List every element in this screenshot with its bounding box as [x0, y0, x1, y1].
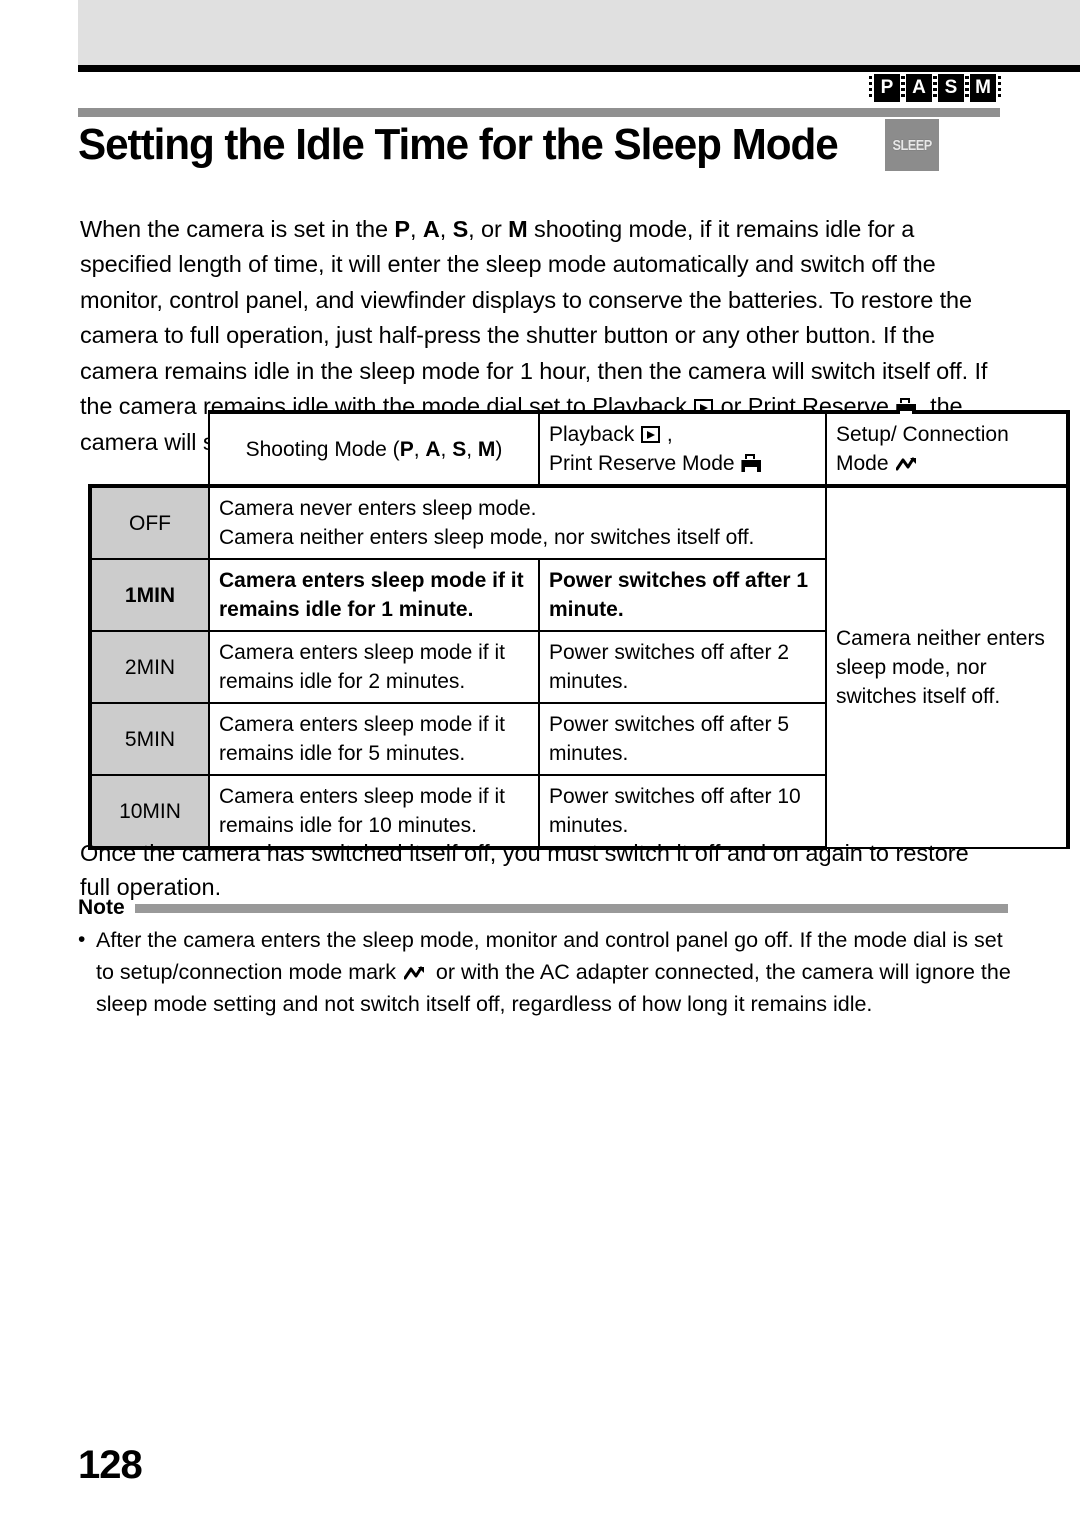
hdr-shoot-a2: A — [425, 437, 441, 461]
row-1min-playback: Power switches off after 1 minute. — [538, 558, 827, 632]
setup-connection-icon — [896, 457, 917, 471]
hdr-print-text: Print Reserve Mode — [549, 452, 741, 475]
row-2min-playback: Power switches off after 2 minutes. — [538, 630, 827, 704]
row-label-off: OFF — [88, 484, 210, 560]
note-bullet: • — [78, 928, 86, 951]
sleep-icon-label: SLEEP — [892, 136, 933, 154]
hdr-setup-line1: Setup/ Connection — [836, 423, 1009, 446]
hdr-shoot-s1: , — [413, 437, 426, 461]
note-rule — [134, 903, 1008, 913]
table-row: OFF Camera never enters sleep mode. Came… — [88, 484, 1070, 849]
hdr-shoot-m: M — [477, 437, 496, 461]
row-off-text: Camera never enters sleep mode. Camera n… — [219, 497, 755, 549]
row-off-description: Camera never enters sleep mode. Camera n… — [208, 484, 827, 560]
header-black-rule — [78, 65, 1080, 72]
hdr-shoot-s2: , — [440, 437, 453, 461]
row-1min-shooting: Camera enters sleep mode if it remains i… — [208, 558, 540, 632]
intro-mode-a: A — [422, 215, 440, 242]
note-body: • After the camera enters the sleep mode… — [78, 924, 1018, 1020]
mode-badge-p: P — [869, 74, 905, 102]
setup-connection-cell: Camera neither enters sleep mode, nor sw… — [825, 484, 1070, 849]
row-label-1min: 1MIN — [88, 558, 210, 632]
table-header-playback: Playback , Print Reserve Mode — [538, 410, 827, 487]
mode-badge-s: S — [933, 74, 969, 102]
row-label-5min: 5MIN — [88, 702, 210, 776]
intro-sep-3: , or — [468, 215, 509, 242]
setup-cell-text: Camera neither enters sleep mode, nor sw… — [836, 627, 1045, 708]
hdr-shoot-s: S — [452, 437, 467, 461]
intro-text-a: When the camera is set in the — [80, 215, 395, 242]
mode-badge-m: M — [965, 74, 1001, 102]
hdr-playback-text: Playback — [549, 423, 641, 446]
row-label-2min: 2MIN — [88, 630, 210, 704]
intro-mode-s: S — [452, 215, 469, 242]
hdr-shoot-s3: , — [466, 437, 478, 461]
page-number: 128 — [78, 1443, 143, 1487]
sleep-icon: SLEEP — [885, 119, 940, 171]
hdr-shoot-p: P — [399, 437, 414, 461]
hdr-shoot-a: Shooting Mode ( — [245, 437, 400, 461]
intro-mode-p: P — [394, 215, 410, 242]
note-text: After the camera enters the sleep mode, … — [96, 924, 1018, 1020]
intro-sep-2: , — [439, 215, 453, 242]
row-2min-shooting: Camera enters sleep mode if it remains i… — [208, 630, 540, 704]
page-title: Setting the Idle Time for the Sleep Mode — [78, 119, 839, 169]
table-header-shooting: Shooting Mode (P, A, S, M) — [208, 410, 540, 487]
row-5min-playback: Power switches off after 5 minutes. — [538, 702, 827, 776]
table-header-corner — [90, 412, 209, 486]
intro-mode-m: M — [508, 215, 528, 242]
note-label: Note — [78, 896, 125, 919]
intro-text-b: shooting mode, if it remains idle for a … — [80, 215, 988, 420]
mode-badge-a: A — [901, 74, 937, 102]
hdr-setup-line2: Mode — [836, 449, 1057, 478]
intro-sep-1: , — [409, 215, 423, 242]
table-header-row: Shooting Mode (P, A, S, M) Playback , Pr… — [90, 410, 1070, 487]
hdr-playback-line1: Playback , — [549, 420, 816, 449]
hdr-setup-text: Mode — [836, 452, 895, 475]
setup-connection-icon — [403, 966, 424, 980]
hdr-playback-comma: , — [661, 423, 673, 446]
mode-badge-group: P A S M — [869, 74, 1001, 102]
playback-icon — [641, 426, 661, 443]
after-table-paragraph: Once the camera has switched itself off,… — [80, 839, 969, 900]
print-reserve-icon — [741, 454, 761, 473]
title-gray-rule — [78, 108, 1000, 117]
hdr-shoot-b: ) — [495, 437, 503, 461]
table-header-setup: Setup/ Connection Mode — [825, 410, 1070, 487]
row-5min-shooting: Camera enters sleep mode if it remains i… — [208, 702, 540, 776]
title-row: Setting the Idle Time for the Sleep Mode… — [78, 119, 1008, 171]
hdr-playback-line2: Print Reserve Mode — [549, 449, 816, 478]
header-gray-band — [78, 0, 1080, 65]
sleep-mode-table: Shooting Mode (P, A, S, M) Playback , Pr… — [88, 410, 1070, 850]
note-header: Note — [78, 896, 1008, 920]
